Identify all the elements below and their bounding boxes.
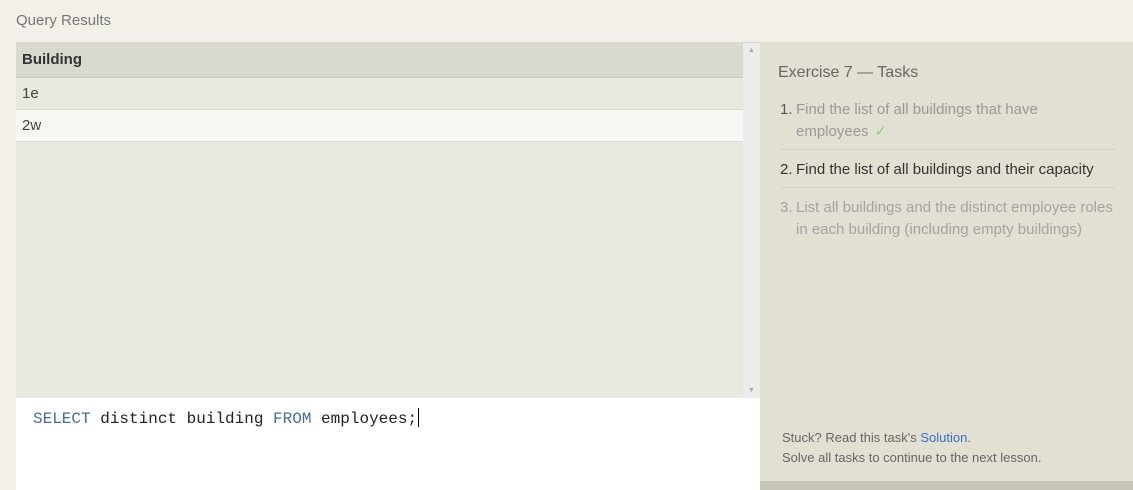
sql-text: distinct building	[90, 410, 274, 428]
query-results-title: Query Results	[16, 12, 112, 29]
bottom-bar	[760, 481, 1133, 490]
table-cell: 1e	[16, 77, 743, 110]
results-scrollbar[interactable]: ▲ ▼	[743, 43, 760, 399]
continue-message: Solve all tasks to continue to the next …	[782, 450, 1042, 465]
sql-keyword-select: SELECT	[33, 410, 91, 428]
tasks-title: Exercise 7 — Tasks	[778, 64, 919, 81]
table-row: 2w	[16, 109, 743, 142]
sql-keyword-from: FROM	[273, 410, 312, 428]
task-number: 1.	[780, 101, 793, 118]
column-header-building: Building	[16, 43, 743, 78]
task-text: Find the list of all buildings and their…	[796, 161, 1094, 178]
table-cell: 2w	[16, 109, 743, 142]
task-item-3[interactable]: 3. List all buildings and the distinct e…	[780, 196, 1116, 247]
task-list: 1. Find the list of all buildings that h…	[780, 98, 1116, 255]
scroll-up-arrow-icon[interactable]: ▲	[743, 45, 760, 57]
sql-text: employees;	[311, 410, 418, 428]
task-item-2[interactable]: 2. Find the list of all buildings and th…	[780, 158, 1116, 188]
results-header-row: Building	[16, 43, 743, 78]
query-results-panel[interactable]: Building 1e 2w ▲ ▼	[16, 42, 760, 399]
text-cursor	[418, 408, 420, 427]
stuck-help-text: Stuck? Read this task's Solution. Solve …	[782, 428, 1041, 468]
task-item-1[interactable]: 1. Find the list of all buildings that h…	[780, 98, 1116, 150]
sql-editor[interactable]: SELECT distinct building FROM employees;	[16, 398, 760, 490]
task-text: Find the list of all buildings that have…	[796, 101, 1038, 140]
tasks-panel: Exercise 7 — Tasks 1. Find the list of a…	[760, 42, 1133, 490]
task-text: List all buildings and the distinct empl…	[796, 199, 1113, 238]
results-table: Building 1e 2w	[16, 43, 743, 142]
checkmark-icon: ✓	[874, 123, 888, 140]
scroll-down-arrow-icon[interactable]: ▼	[743, 385, 760, 397]
table-row: 1e	[16, 77, 743, 110]
task-number: 2.	[780, 161, 793, 178]
solution-link[interactable]: Solution	[920, 430, 967, 445]
task-number: 3.	[780, 199, 793, 216]
